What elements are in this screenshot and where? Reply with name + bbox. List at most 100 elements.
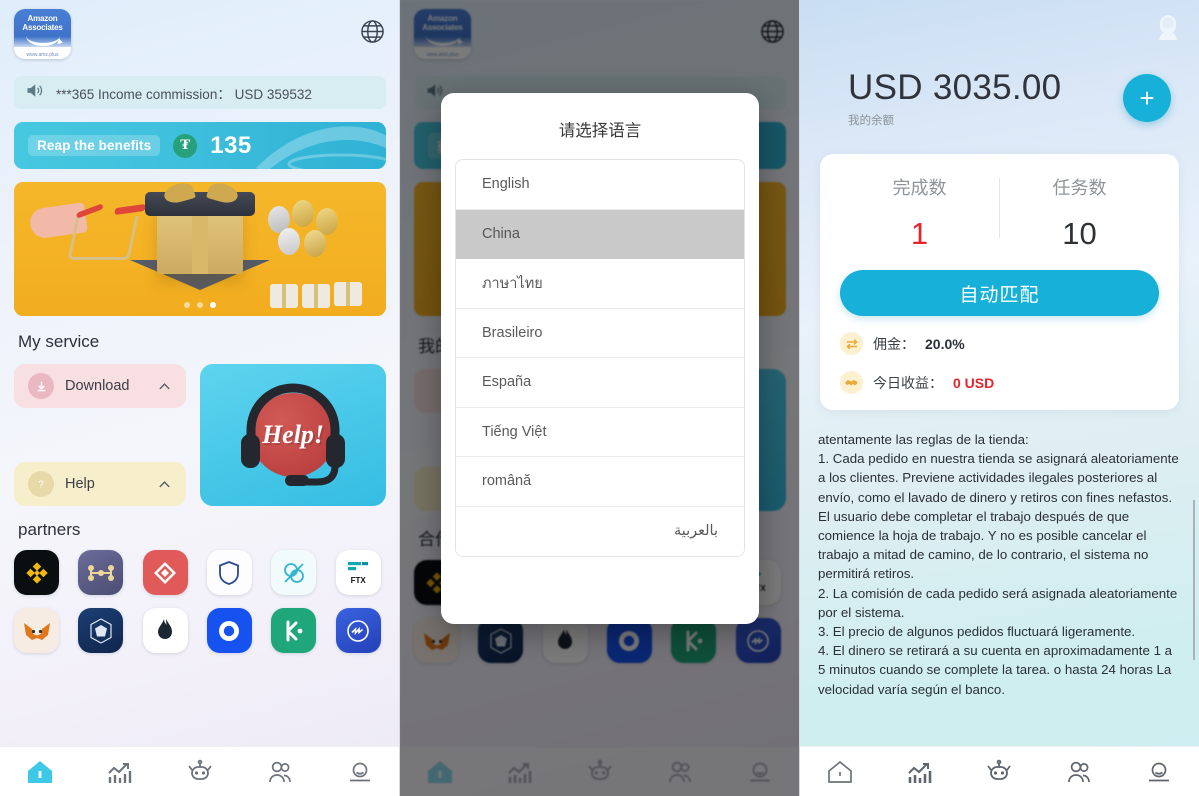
- swoosh-decoration: [256, 126, 386, 169]
- home-icon: [28, 760, 52, 783]
- avatar-icon[interactable]: [1153, 10, 1183, 47]
- today-income-row: 今日收益： 0 USD: [840, 371, 1159, 394]
- partner-uniswap-icon[interactable]: [271, 550, 317, 595]
- logo-line1: Amazon: [27, 14, 58, 23]
- shopping-cart-illustration: [67, 216, 139, 260]
- amazon-associates-logo: Amazon Associates www.amz.plus: [14, 9, 71, 59]
- nav-trend[interactable]: [880, 757, 960, 787]
- language-option-english[interactable]: English: [456, 160, 744, 210]
- partner-ftx-label: FTX: [350, 575, 366, 585]
- balance-block: USD 3035.00 我的余额: [848, 68, 1061, 128]
- home-icon: [828, 760, 852, 783]
- partner-cryptocom-icon[interactable]: [78, 608, 124, 653]
- nav-team[interactable]: [1039, 757, 1119, 787]
- store-rules-text: atentamente las reglas de la tienda: 1. …: [818, 432, 1179, 697]
- language-option-romana[interactable]: română: [456, 457, 744, 507]
- partner-gateio-icon[interactable]: [142, 550, 188, 595]
- three-panel-screenshot: Amazon Associates www.amz.plus ***365 In…: [0, 0, 1199, 796]
- language-option-vietnamese[interactable]: Tiếng Việt: [456, 407, 744, 457]
- bottom-nav-panel1[interactable]: [0, 746, 400, 796]
- language-option-china[interactable]: China: [456, 209, 744, 259]
- stat-completed-value: 1: [910, 216, 929, 251]
- nav-trend[interactable]: [80, 757, 160, 787]
- today-income-label: 今日收益：: [873, 374, 943, 391]
- speaker-icon: [25, 82, 44, 104]
- panel3-content: USD 3035.00 我的余额 + 完成数 1 任务数 10 自动匹配 佣金：…: [800, 0, 1199, 746]
- logo-line2: Associates: [22, 23, 63, 32]
- robot-icon: [188, 759, 212, 780]
- partner-metamask-icon[interactable]: [14, 608, 59, 653]
- partners-grid: FTX: [14, 550, 386, 653]
- download-icon: [28, 373, 54, 399]
- partner-okx-icon[interactable]: [78, 550, 124, 595]
- user-icon: [1149, 762, 1170, 781]
- help-promo-card[interactable]: Help!: [200, 364, 386, 506]
- auto-match-button[interactable]: 自动匹配: [840, 270, 1159, 316]
- rules-scrollbar[interactable]: [1193, 500, 1195, 660]
- partner-kucoin-icon[interactable]: [271, 608, 317, 653]
- globe-icon[interactable]: [359, 18, 386, 50]
- partner-coinbase-icon[interactable]: [206, 608, 252, 653]
- help-button[interactable]: ? Help: [14, 462, 186, 506]
- language-dialog-title: 请选择语言: [558, 122, 642, 140]
- gift-box-lid: [145, 192, 255, 216]
- language-option-thai[interactable]: ภาษาไทย: [456, 259, 744, 309]
- panel-home-english: Amazon Associates www.amz.plus ***365 In…: [0, 0, 400, 796]
- commission-label: 佣金：: [873, 335, 915, 352]
- nav-robot[interactable]: [160, 757, 240, 787]
- partner-safepal-icon[interactable]: [206, 550, 252, 595]
- commission-value: 20.0%: [925, 335, 965, 352]
- nav-home[interactable]: [800, 757, 880, 787]
- income-marquee: ***365 Income commission： USD 359532: [14, 76, 386, 109]
- handshake-icon: [840, 371, 863, 394]
- balance-row: USD 3035.00 我的余额 +: [800, 48, 1199, 128]
- logo-url: www.amz.plus: [26, 52, 59, 58]
- carousel-dot-3[interactable]: [210, 302, 216, 308]
- nav-team[interactable]: [240, 757, 320, 787]
- add-funds-button[interactable]: +: [1123, 74, 1171, 122]
- my-service-section: Download ? Help Help!: [14, 364, 386, 506]
- gift-ribbon: [192, 212, 208, 274]
- header-3: [800, 0, 1199, 48]
- partner-huobi-icon[interactable]: [142, 608, 188, 653]
- chart-icon: [907, 762, 931, 783]
- promo-carousel[interactable]: [14, 182, 386, 316]
- nav-robot[interactable]: [960, 757, 1040, 787]
- today-income-value: 0 USD: [953, 374, 995, 391]
- usdt-symbol: ₮: [180, 137, 191, 153]
- stat-completed-label: 完成数: [892, 178, 947, 198]
- service-buttons: Download ? Help: [14, 364, 186, 506]
- people-icon: [1068, 761, 1091, 782]
- nav-home[interactable]: [0, 757, 80, 787]
- amazon-smile-icon: [25, 34, 60, 46]
- language-dialog: 请选择语言 English China ภาษาไทย Brasileiro E…: [441, 93, 759, 624]
- partner-binance-icon[interactable]: [14, 550, 59, 595]
- usdt-icon: ₮: [173, 133, 198, 158]
- download-label: Download: [65, 378, 130, 394]
- partner-ftx-icon[interactable]: FTX: [335, 550, 381, 595]
- panel-task-dashboard: USD 3035.00 我的余额 + 完成数 1 任务数 10 自动匹配 佣金：…: [800, 0, 1199, 796]
- download-button[interactable]: Download: [14, 364, 186, 408]
- nav-profile[interactable]: [320, 757, 400, 787]
- panel-language-dialog: Amazon Associates www.amz.plus: [400, 0, 800, 796]
- carousel-dot-2[interactable]: [197, 302, 203, 308]
- header: Amazon Associates www.amz.plus: [0, 0, 400, 62]
- task-stats: 完成数 1 任务数 10: [840, 174, 1159, 252]
- carousel-dots[interactable]: [14, 302, 386, 308]
- language-list[interactable]: English China ภาษาไทย Brasileiro España …: [455, 159, 745, 557]
- help-label: Help: [65, 476, 95, 492]
- question-icon: ?: [28, 471, 54, 497]
- partner-coinmarketcap-icon[interactable]: [335, 608, 381, 653]
- carousel-dot-1[interactable]: [184, 302, 190, 308]
- language-option-arabic[interactable]: بالعربية: [456, 506, 744, 556]
- my-service-title: My service: [18, 332, 100, 351]
- chevron-up-icon: [159, 382, 170, 389]
- balance-label: 我的余额: [848, 115, 894, 127]
- reap-benefits-banner[interactable]: Reap the benefits ₮ 135: [14, 122, 386, 169]
- language-option-espana[interactable]: España: [456, 358, 744, 408]
- language-option-brasileiro[interactable]: Brasileiro: [456, 308, 744, 358]
- bottom-nav-panel3[interactable]: [800, 746, 1199, 796]
- nav-profile[interactable]: [1119, 757, 1199, 787]
- robot-icon: [987, 759, 1012, 780]
- panel1-content: Amazon Associates www.amz.plus ***365 In…: [0, 0, 400, 746]
